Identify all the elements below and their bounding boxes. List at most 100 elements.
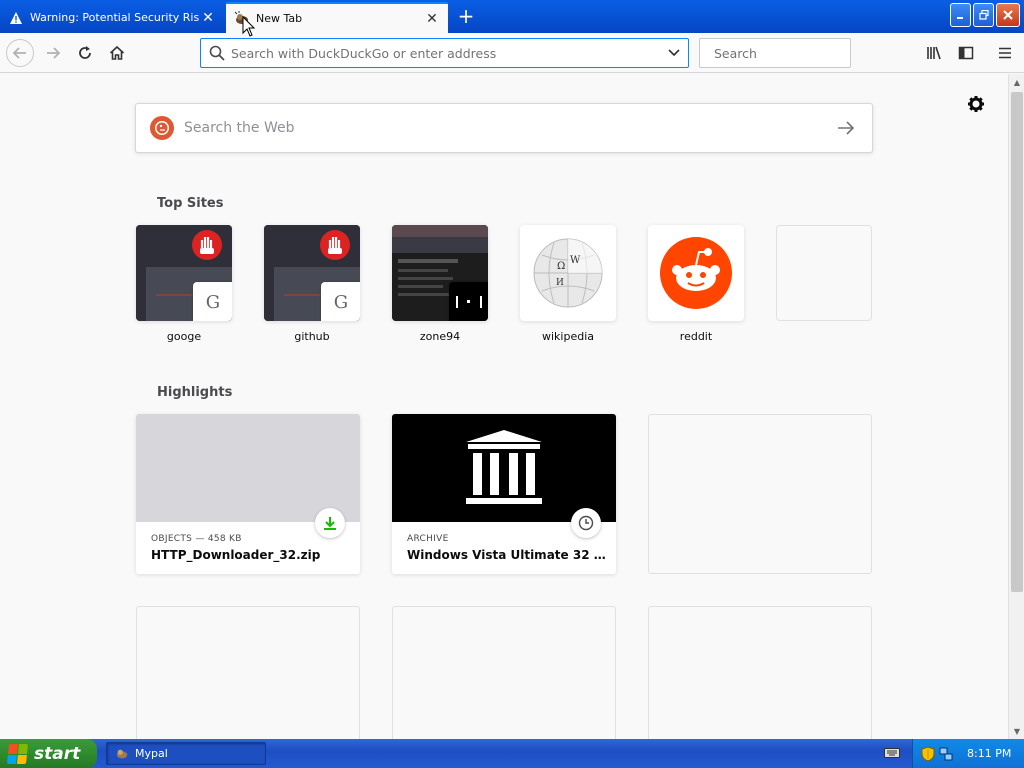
top-site-reddit[interactable]: reddit [648,225,744,343]
highlight-card[interactable]: ARCHIVE Windows Vista Ultimate 32 Bit S.… [392,414,616,574]
svg-text:Ω: Ω [557,261,565,272]
home-button[interactable] [103,39,131,67]
close-window-button[interactable] [996,3,1020,27]
top-site-tile[interactable]: Ω W И [520,225,616,321]
highlight-context: ARCHIVE [407,534,449,544]
search-go-arrow-icon[interactable] [834,116,858,140]
site-favicon: G [321,282,360,321]
network-icon[interactable] [939,746,953,762]
start-label: start [34,743,81,764]
navigation-toolbar [0,33,1024,73]
library-button[interactable] [920,39,948,67]
taskbar: start Mypal 8:11 PM [0,739,1024,768]
top-site-label: zone94 [419,330,461,343]
top-site-label: googe [166,330,202,343]
system-tray: 8:11 PM [912,739,1024,768]
taskbar-item-mypal[interactable]: Mypal [106,742,266,765]
top-site-tile[interactable]: G [136,225,232,321]
window-controls [950,3,1020,27]
chevron-down-icon[interactable] [660,49,688,57]
reddit-logo-icon [648,225,744,321]
top-sites-grid: G googe G github zone94 Ω W И wikipedia … [136,225,872,343]
highlight-title: HTTP_Downloader_32.zip [151,548,321,562]
reload-button[interactable] [71,39,99,67]
highlight-placeholder [648,606,872,739]
vertical-scrollbar[interactable]: ▲ ▼ [1008,74,1024,739]
highlight-placeholder [392,606,616,739]
top-site-wikipedia[interactable]: Ω W И wikipedia [520,225,616,343]
tab-new-tab[interactable]: New Tab ✕ [226,2,448,33]
mouse-cursor-icon [242,16,256,37]
highlight-title: Windows Vista Ultimate 32 Bit S... [407,548,607,562]
reload-icon [79,46,91,59]
top-site-empty [776,225,872,343]
highlight-preview-image [136,414,360,522]
wikipedia-globe-icon: Ω W И [520,225,616,321]
highlights-heading: Highlights [157,385,233,400]
tab-label: Warning: Potential Security Risk Ahead [30,11,200,24]
web-search-box[interactable] [135,103,873,153]
back-arrow-icon [12,47,26,59]
minimize-button[interactable] [950,3,971,27]
address-bar[interactable] [200,38,689,68]
forward-arrow-icon [47,47,61,59]
svg-text:W: W [570,255,581,266]
new-tab-page: Top Sites G googe G github [0,74,1008,739]
mypal-icon [116,749,128,758]
tab-security-warning[interactable]: Warning: Potential Security Risk Ahead ✕ [0,2,224,33]
top-site-github[interactable]: G github [264,225,360,343]
scrollbar-thumb[interactable] [1011,92,1023,592]
top-sites-heading: Top Sites [157,196,224,211]
top-site-googe[interactable]: G googe [136,225,232,343]
sidebar-button[interactable] [952,39,980,67]
search-icon [209,45,225,61]
scroll-up-arrow-icon[interactable]: ▲ [1009,74,1024,90]
start-button[interactable]: start [0,739,97,768]
highlight-card[interactable]: OBJECTS — 458 KB HTTP_Downloader_32.zip [136,414,360,574]
security-shield-icon[interactable] [921,745,935,762]
address-input[interactable] [231,45,660,61]
clock: 8:11 PM [967,747,1012,760]
windows-logo-icon [6,743,29,764]
highlight-placeholder [648,414,872,574]
hamburger-menu-icon [999,47,1011,59]
new-tab-button[interactable]: + [454,4,478,28]
close-tab-icon[interactable]: ✕ [424,11,440,27]
keyboard-icon[interactable] [884,746,900,760]
top-site-tile[interactable] [392,225,488,321]
close-icon [1003,10,1013,20]
restore-button[interactable] [973,3,994,27]
svg-text:И: И [556,278,564,288]
site-favicon: G [193,282,232,321]
top-site-placeholder [776,225,872,321]
close-tab-icon[interactable]: ✕ [200,10,216,26]
download-icon [315,508,345,538]
highlights-grid: OBJECTS — 458 KB HTTP_Downloader_32.zip … [136,414,872,739]
library-icon [927,46,941,60]
search-bar[interactable] [699,38,870,68]
gear-icon[interactable] [966,94,986,114]
top-site-zone94[interactable]: zone94 [392,225,488,343]
top-site-label: wikipedia [541,330,594,343]
top-site-label: reddit [679,330,713,343]
forward-button[interactable] [39,39,67,67]
duckduckgo-logo-icon [150,116,174,140]
top-site-tile[interactable]: G [264,225,360,321]
highlight-placeholder [136,606,360,739]
archive-logo-icon [392,414,616,522]
scroll-down-arrow-icon[interactable]: ▼ [1009,723,1024,739]
search-input[interactable] [714,45,870,61]
restore-icon [978,10,989,20]
top-site-tile[interactable] [648,225,744,321]
back-button[interactable] [6,39,34,67]
web-search-input[interactable] [184,120,834,136]
pong-favicon-icon [449,282,488,321]
warning-icon [8,10,24,26]
menu-button[interactable] [991,39,1019,67]
home-icon [109,45,125,60]
sidebar-icon [958,46,974,60]
taskbar-item-label: Mypal [135,747,168,760]
top-site-label: github [294,330,330,343]
tab-bar: Warning: Potential Security Risk Ahead ✕… [0,0,1024,33]
clock-icon [571,508,601,538]
